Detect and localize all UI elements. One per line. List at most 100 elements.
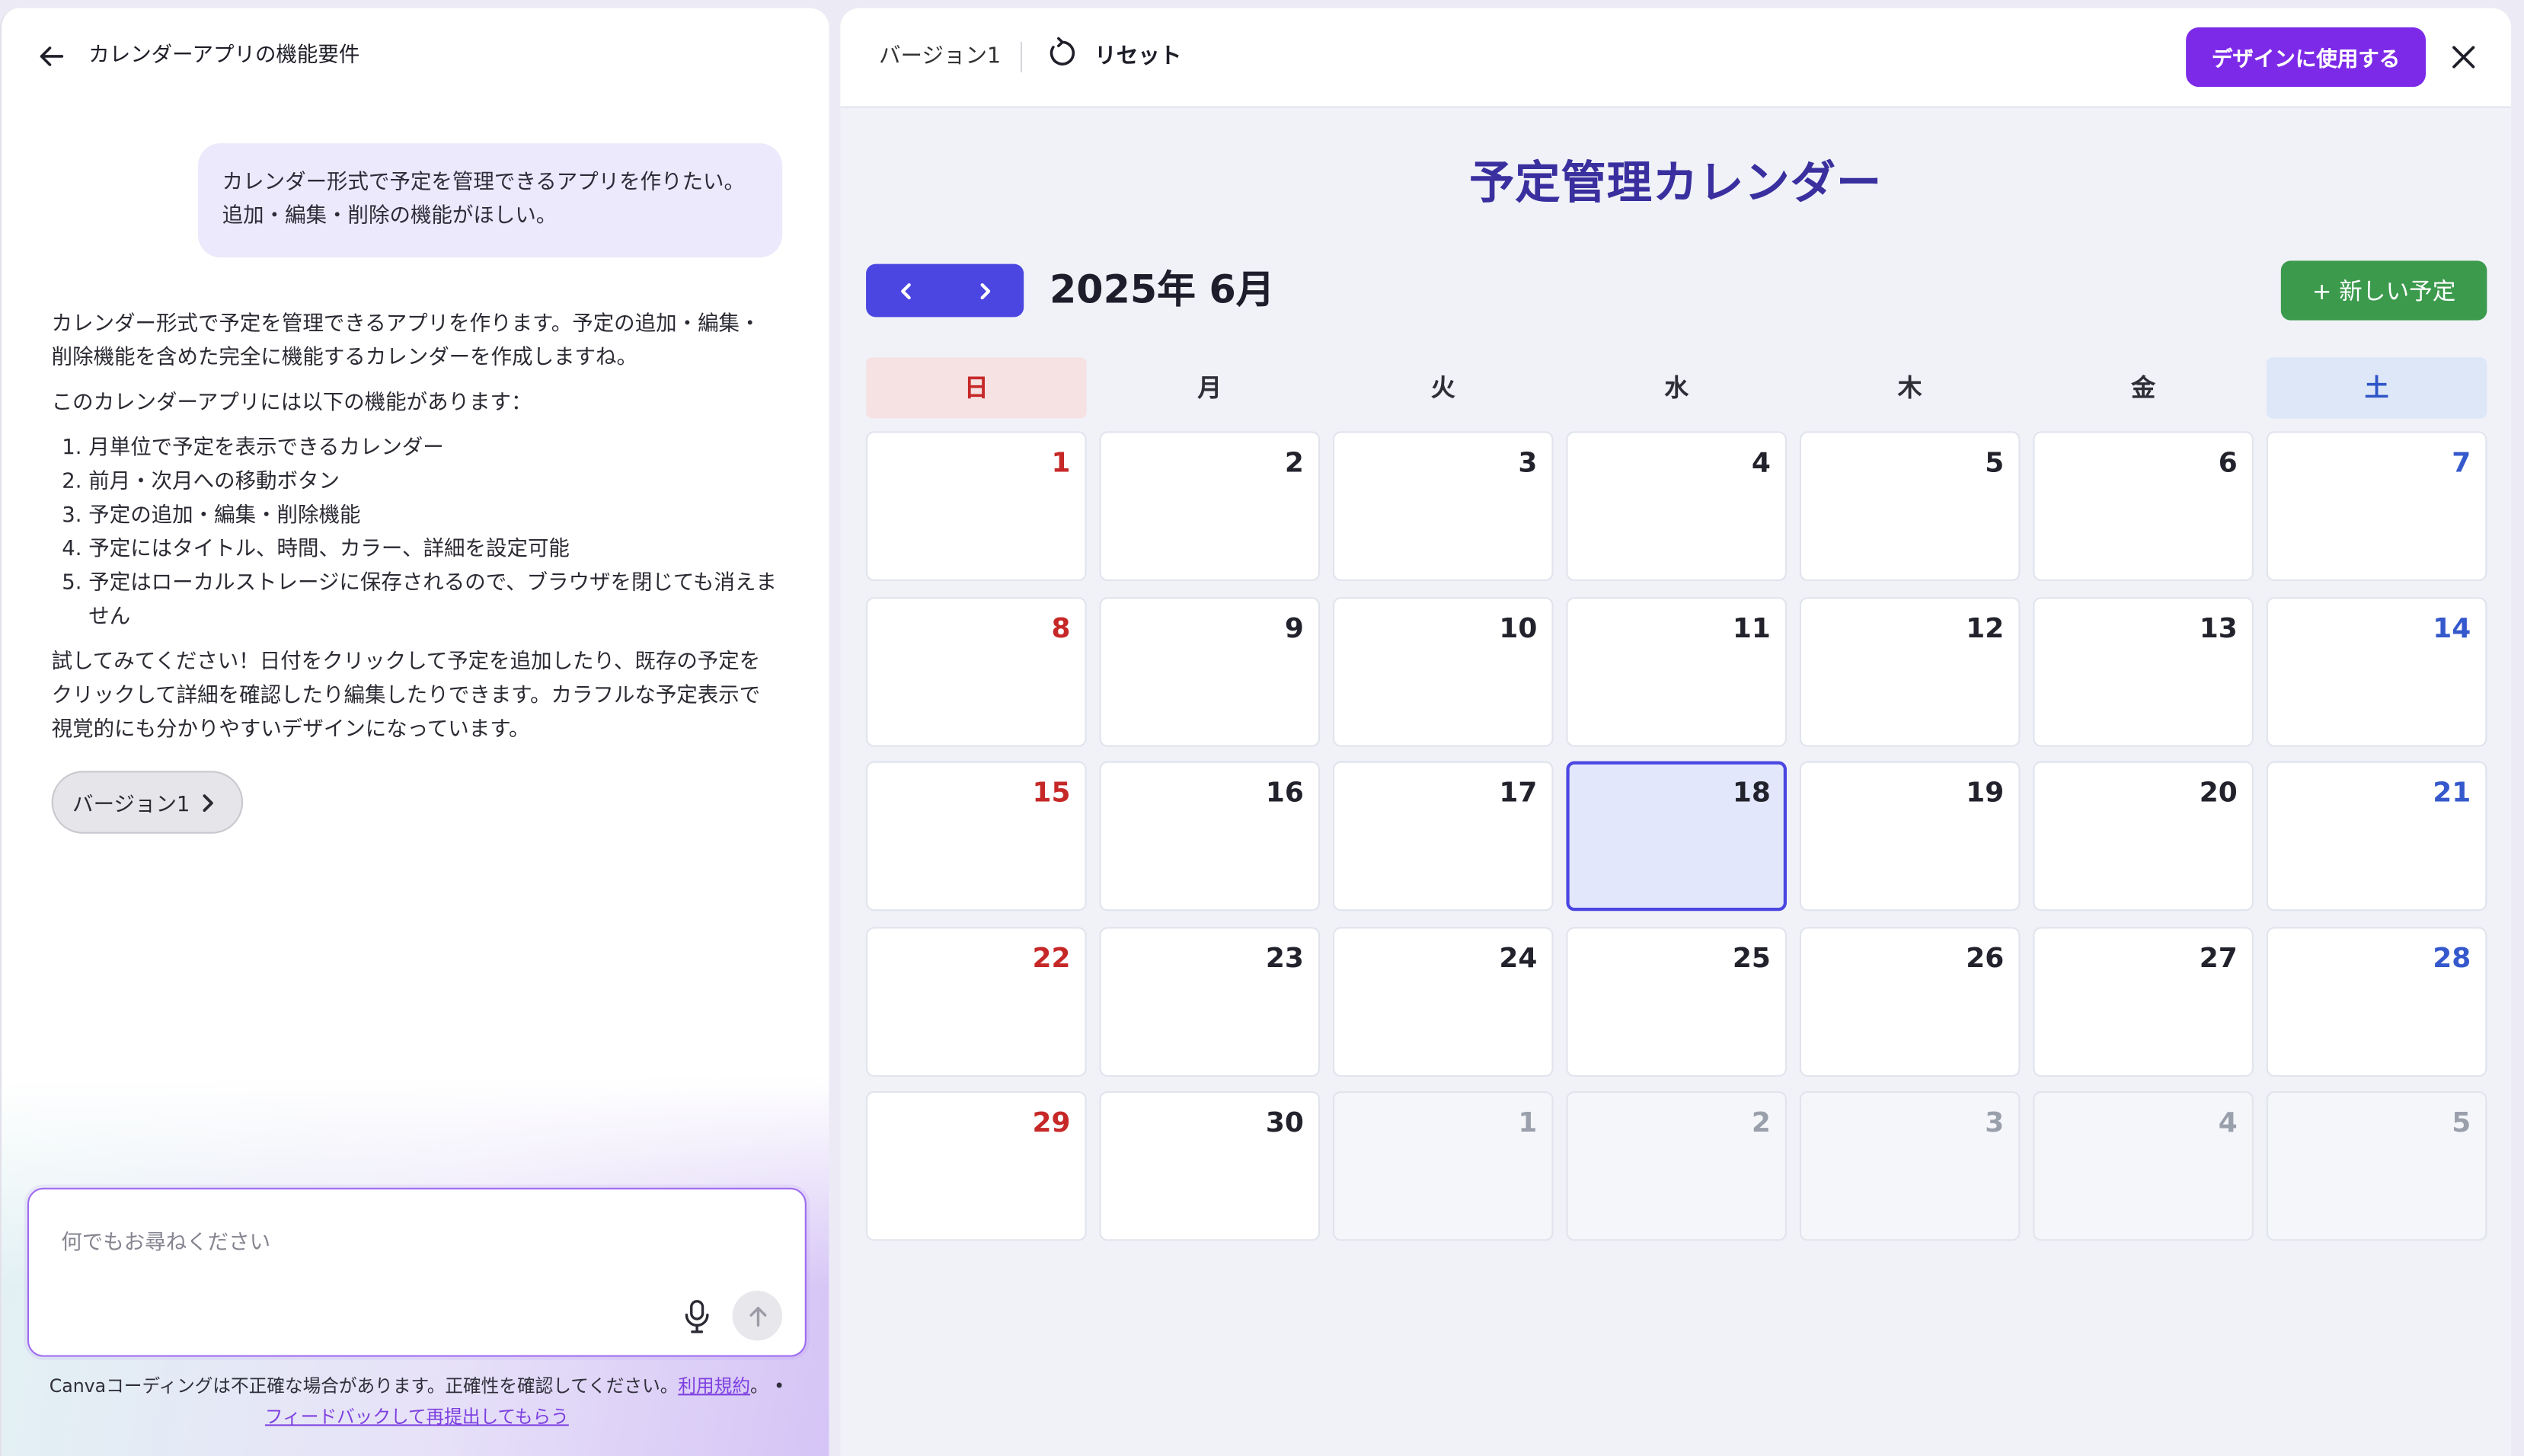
day-cell[interactable]: 26: [1799, 926, 2021, 1076]
feature-list-item: 予定はローカルストレージに保存されるので、ブラウザを閉じても消えません: [88, 566, 779, 634]
day-number: 1: [1518, 1107, 1538, 1140]
day-number: 15: [1032, 777, 1071, 810]
day-number: 6: [2218, 447, 2238, 480]
day-cell[interactable]: 25: [1566, 926, 1787, 1076]
other-month-day-cell[interactable]: 4: [2033, 1090, 2254, 1241]
next-month-button[interactable]: [945, 264, 1024, 318]
day-number: 3: [1518, 447, 1538, 480]
feature-list-item: 前月・次月への移動ボタン: [88, 465, 779, 498]
day-number: 17: [1499, 777, 1538, 810]
weekday-tuesday: 火: [1430, 373, 1455, 403]
day-cell[interactable]: 4: [1566, 431, 1787, 581]
day-cell[interactable]: 10: [1332, 596, 1554, 746]
day-cell[interactable]: 27: [2033, 926, 2254, 1076]
day-cell[interactable]: 23: [1099, 926, 1321, 1076]
reset-button[interactable]: リセット: [1046, 37, 1181, 69]
chat-composer: [27, 1187, 807, 1357]
day-cell[interactable]: 29: [866, 1090, 1087, 1241]
version-label[interactable]: バージョン1: [879, 42, 1001, 71]
other-month-day-cell[interactable]: 2: [1566, 1090, 1787, 1241]
day-number: 11: [1732, 612, 1771, 645]
day-cell[interactable]: 28: [2266, 926, 2487, 1076]
day-cell[interactable]: 22: [866, 926, 1087, 1076]
day-cell[interactable]: 1: [866, 431, 1087, 581]
month-nav: [866, 263, 1024, 318]
disclaimer-line: Canvaコーディングは不正確な場合があります。正確性を確認してください。利用規…: [27, 1371, 807, 1401]
day-cell[interactable]: 15: [866, 761, 1087, 912]
day-number: 18: [1732, 777, 1771, 810]
day-number: 30: [1265, 1107, 1304, 1140]
calendar-title: 予定管理カレンダー: [1469, 156, 1883, 209]
chevron-left-icon: [900, 282, 910, 299]
disclaimer-text: Canvaコーディングは不正確な場合があります。正確性を確認してください。: [49, 1375, 679, 1397]
user-message-line: カレンダー形式で予定を管理できるアプリを作りたい。: [222, 171, 746, 195]
new-event-button[interactable]: + 新しい予定: [2280, 260, 2487, 321]
preview-header: バージョン1 リセット デザインに使用する: [840, 8, 2512, 108]
day-number: 3: [1985, 1107, 2005, 1140]
day-cell[interactable]: 17: [1332, 761, 1554, 912]
weekday-header: 日 月 火 水 木 金 土: [866, 357, 2487, 419]
day-cell[interactable]: 9: [1099, 596, 1321, 746]
feedback-link[interactable]: フィードバックして再提出してもらう: [265, 1406, 569, 1426]
day-cell[interactable]: 24: [1332, 926, 1554, 1076]
today-cell[interactable]: 18: [1566, 761, 1787, 912]
day-number: 7: [2452, 447, 2471, 480]
assistant-intro: カレンダー形式で予定を管理できるアプリを作ります。予定の追加・編集・削除機能を含…: [51, 311, 761, 370]
refresh-icon: [1050, 37, 1075, 65]
day-cell[interactable]: 20: [2033, 761, 2254, 912]
day-number: 28: [2433, 942, 2471, 975]
disclaimer: Canvaコーディングは不正確な場合があります。正確性を確認してください。利用規…: [27, 1371, 807, 1432]
day-number: 25: [1732, 942, 1771, 975]
arrow-up-icon: [749, 1306, 766, 1327]
day-cell[interactable]: 14: [2266, 596, 2487, 746]
day-number: 19: [1966, 777, 2005, 810]
app-window: カレンダーアプリの機能要件 カレンダー形式で予定を管理できるアプリを作りたい。 …: [0, 0, 2524, 1456]
day-number: 24: [1499, 942, 1538, 975]
day-cell[interactable]: 13: [2033, 596, 2254, 746]
day-cell[interactable]: 6: [2033, 431, 2254, 581]
day-number: 21: [2433, 777, 2471, 810]
assistant-message: カレンダー形式で予定を管理できるアプリを作ります。予定の追加・編集・削除機能を含…: [52, 307, 779, 758]
microphone-icon[interactable]: [682, 1299, 711, 1334]
day-number: 10: [1499, 612, 1538, 645]
chat-header: カレンダーアプリの機能要件: [39, 42, 360, 71]
weekday-sunday: 日: [866, 357, 1087, 419]
day-number: 5: [2452, 1107, 2471, 1140]
day-cell[interactable]: 30: [1099, 1090, 1321, 1241]
chat-input[interactable]: [61, 1225, 770, 1289]
other-month-day-cell[interactable]: 1: [1332, 1090, 1554, 1241]
day-number: 16: [1265, 777, 1304, 810]
day-number: 4: [2218, 1107, 2238, 1140]
prev-month-button[interactable]: [866, 264, 945, 318]
use-in-design-button[interactable]: デザインに使用する: [2186, 27, 2427, 88]
day-cell[interactable]: 21: [2266, 761, 2487, 912]
day-number: 20: [2199, 777, 2238, 810]
day-cell[interactable]: 2: [1099, 431, 1321, 581]
day-cell[interactable]: 19: [1799, 761, 2021, 912]
chat-panel: カレンダーアプリの機能要件 カレンダー形式で予定を管理できるアプリを作りたい。 …: [0, 8, 829, 1456]
version-chip-button[interactable]: バージョン1: [51, 771, 244, 834]
send-button[interactable]: [732, 1291, 783, 1341]
other-month-day-cell[interactable]: 3: [1799, 1090, 2021, 1241]
day-cell[interactable]: 7: [2266, 431, 2487, 581]
day-number: 13: [2199, 612, 2238, 645]
close-icon[interactable]: [2452, 45, 2476, 69]
assistant-features-intro: このカレンダーアプリには以下の機能があります：: [51, 390, 532, 415]
day-number: 14: [2433, 612, 2471, 645]
terms-suffix: 。 •: [749, 1375, 785, 1397]
arrow-left-icon[interactable]: [39, 43, 65, 69]
day-cell[interactable]: 8: [866, 596, 1087, 746]
day-number: 22: [1032, 942, 1071, 975]
day-cell[interactable]: 16: [1099, 761, 1321, 912]
assistant-closing: 試してみてください！日付をクリックして予定を追加したり、既存の予定をクリックして…: [51, 649, 761, 742]
calendar-grid: 1 2 3 4 5 6 7 8 9 10 11 12 13 14 15 16 1…: [866, 431, 2487, 1241]
terms-link[interactable]: 利用規約: [678, 1375, 750, 1396]
other-month-day-cell[interactable]: 5: [2266, 1090, 2487, 1241]
day-cell[interactable]: 11: [1566, 596, 1787, 746]
day-cell[interactable]: 3: [1332, 431, 1554, 581]
day-cell[interactable]: 12: [1799, 596, 2021, 746]
weekday-saturday: 土: [2266, 357, 2487, 419]
day-number: 9: [1284, 612, 1304, 645]
day-number: 5: [1985, 447, 2005, 480]
day-cell[interactable]: 5: [1799, 431, 2021, 581]
